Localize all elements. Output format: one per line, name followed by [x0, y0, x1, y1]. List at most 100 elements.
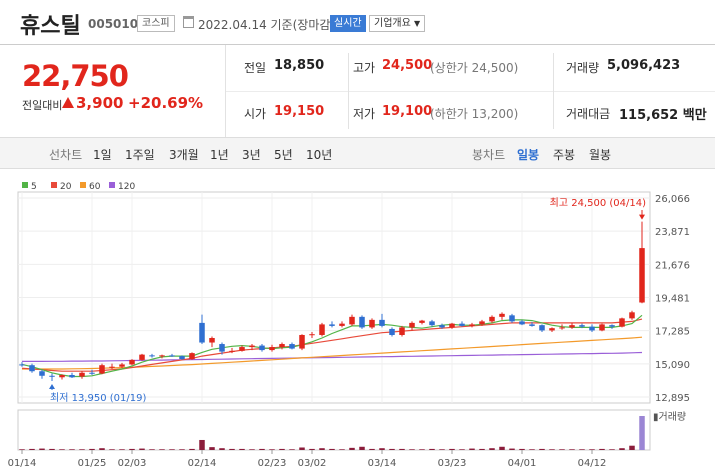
high-annotation: 최고 24,500 (04/14): [550, 197, 646, 209]
candle-body: [139, 354, 145, 360]
upper-limit-note: (상한가 24,500): [430, 61, 519, 75]
legend-swatch: [22, 182, 28, 188]
volume-bar: [329, 448, 335, 450]
legend-swatch: [51, 182, 57, 188]
candle-body: [529, 324, 535, 326]
x-tick-label: 04/12: [578, 458, 607, 469]
candle-body: [69, 375, 75, 378]
volume-bar: [619, 448, 625, 450]
amount-value: 115,652 백만: [619, 108, 707, 123]
legend-swatch: [80, 182, 86, 188]
candle-body: [189, 353, 195, 360]
candle-body: [59, 375, 65, 378]
period-3m[interactable]: 3개월: [169, 146, 199, 163]
candle-body: [129, 359, 135, 365]
summary-divider: [348, 53, 349, 129]
volume-bar: [579, 449, 585, 450]
candle-body: [169, 355, 175, 357]
period-10y[interactable]: 10년: [306, 146, 332, 163]
x-tick-label: 01/14: [8, 458, 37, 469]
candle-body: [329, 324, 335, 326]
candle-body: [79, 372, 85, 377]
candle-daily[interactable]: 일봉: [517, 146, 539, 163]
change-label: 전일대비: [22, 99, 63, 112]
volume-bar: [639, 416, 645, 450]
prev-close-value: 18,850: [274, 58, 325, 73]
volume-bar: [379, 448, 385, 450]
candle-body: [519, 321, 525, 325]
y-tick-label: 19,481: [655, 293, 690, 304]
x-tick-label: 02/03: [118, 458, 147, 469]
candle-body: [269, 347, 275, 351]
candle-monthly[interactable]: 월봉: [589, 146, 611, 163]
candle-body: [429, 321, 435, 326]
stock-header: 휴스틸 005010 코스피 2022.04.14 기준(장마감) 실시간 기업…: [0, 0, 715, 44]
period-1y[interactable]: 1년: [210, 146, 229, 163]
amount-label: 거래대금: [566, 107, 611, 121]
candle-body: [349, 316, 355, 325]
candle-body: [359, 316, 365, 328]
summary-divider: [553, 53, 554, 129]
volume-bar: [289, 449, 295, 450]
candle-body: [19, 364, 25, 366]
stock-code: 005010: [88, 17, 139, 31]
x-tick-label: 03/23: [438, 458, 467, 469]
volume-bar: [469, 448, 475, 450]
candle-body: [639, 248, 645, 303]
volume-bar: [519, 448, 525, 450]
period-1w[interactable]: 1주일: [125, 146, 155, 163]
candle-body: [159, 355, 165, 357]
candle-body: [289, 344, 295, 349]
volume-axis-label: ▮거래량: [653, 411, 686, 423]
candle-body: [399, 327, 405, 335]
volume-bar: [119, 449, 125, 450]
candle-body: [559, 327, 565, 329]
current-price-box: 22,750 전일대비 3,900 +20.69%: [0, 45, 226, 137]
volume-bar: [79, 449, 85, 450]
volume-bar: [279, 448, 285, 450]
volume-bar: [69, 449, 75, 450]
candle-body: [539, 325, 545, 331]
candle-body: [119, 364, 125, 367]
date-label: 2022.04.14 기준(장마감): [198, 18, 336, 32]
period-5y[interactable]: 5년: [274, 146, 293, 163]
volume-bar: [249, 449, 255, 450]
candle-body: [339, 323, 345, 326]
volume-bar: [629, 445, 635, 450]
stock-chart-svg: 5 20 60 120 26,066 23,871 21,676 19,481 17,285 15…: [8, 182, 690, 469]
volume-bar: [319, 448, 325, 450]
candle-body: [609, 325, 615, 327]
period-1d[interactable]: 1일: [93, 146, 112, 163]
candle-body: [579, 325, 585, 327]
candle-body: [569, 325, 575, 328]
high-arrow-head: [639, 214, 645, 220]
volume-bar: [189, 448, 195, 450]
open-label: 시가: [244, 107, 267, 121]
realtime-button[interactable]: 실시간: [330, 15, 366, 32]
candle-body: [219, 344, 225, 352]
company-overview-button[interactable]: 기업개요 ▼: [369, 15, 426, 32]
volume-bar: [339, 449, 345, 450]
volume-bar: [419, 449, 425, 450]
candle-body: [209, 337, 215, 343]
candle-body: [299, 334, 305, 349]
y-tick-label: 21,676: [655, 260, 690, 271]
x-tick-label: 03/14: [368, 458, 397, 469]
volume-bar: [239, 448, 245, 450]
volume-bar: [109, 449, 115, 450]
candle-body: [489, 316, 495, 322]
stock-chart[interactable]: 5 20 60 120 26,066 23,871 21,676 19,481 17,285 15…: [0, 170, 715, 476]
candle-body: [109, 366, 115, 368]
volume-bar: [559, 449, 565, 450]
x-tick-label: 02/23: [258, 458, 287, 469]
high-label: 고가: [353, 61, 376, 75]
candle-weekly[interactable]: 주봉: [553, 146, 575, 163]
volume-bar: [369, 448, 375, 450]
volume-bar: [309, 448, 315, 450]
volume-bar: [159, 449, 165, 450]
legend-label: 5: [31, 182, 37, 192]
prev-close-label: 전일: [244, 61, 267, 75]
candle-body: [259, 345, 265, 351]
period-3y[interactable]: 3년: [242, 146, 261, 163]
legend-swatch: [109, 182, 115, 188]
